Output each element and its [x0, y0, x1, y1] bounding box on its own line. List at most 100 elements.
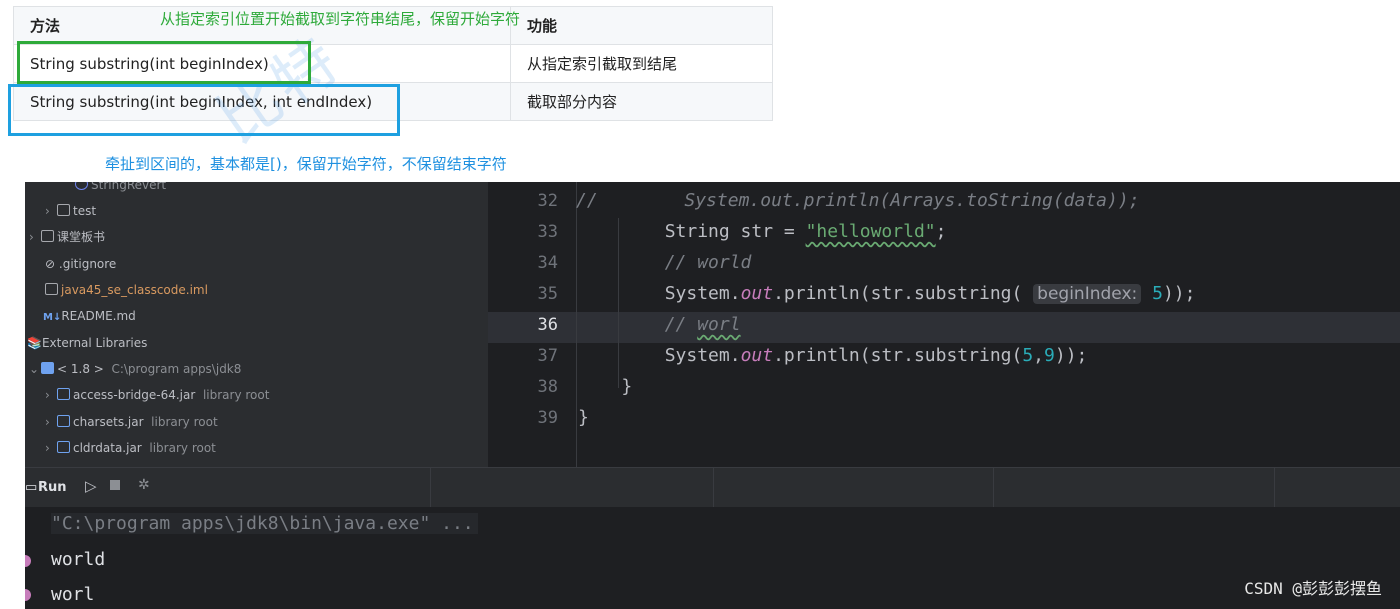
line-number: 37	[537, 346, 558, 366]
console-output-line: worl	[51, 584, 95, 605]
ide-window: StringRevert › test › 课堂板书 ⊘ .gitignore ja…	[25, 182, 1400, 609]
class-icon	[75, 182, 88, 190]
tree-item-gitignore[interactable]: ⊘ .gitignore	[45, 253, 116, 275]
run-console[interactable]: "C:\program apps\jdk8\bin\java.exe" ... …	[25, 507, 1400, 609]
code-token: //	[578, 314, 698, 335]
indent-guide	[576, 182, 577, 467]
code-token: out	[740, 283, 774, 304]
rerun-icon[interactable]: ▷	[85, 477, 97, 495]
tree-item-label: .gitignore	[58, 257, 117, 271]
code-token: // world	[578, 252, 752, 273]
chevron-down-icon: ⌄	[29, 362, 40, 376]
tree-item-iml[interactable]: java45_se_classcode.iml	[45, 279, 208, 301]
stop-icon[interactable]	[110, 480, 120, 490]
tree-item-notes[interactable]: › 课堂板书	[29, 226, 105, 248]
code-token: .println(str.substring(	[773, 345, 1023, 366]
ignore-icon: ⊘	[45, 257, 56, 271]
console-output-line: world	[51, 549, 106, 570]
tree-item-extra: library root	[149, 441, 216, 455]
annotation-green: 从指定索引位置开始截取到字符串结尾，保留开始字符	[160, 10, 521, 28]
run-toolbar: ▭ Run ▷ ✲	[25, 467, 1400, 508]
line-number: 35	[537, 284, 558, 304]
markdown-icon: M↓	[43, 312, 62, 323]
tree-item-external-libraries[interactable]: 📚External Libraries	[27, 332, 147, 354]
code-token: }	[578, 407, 589, 428]
chevron-right-icon: ›	[29, 230, 34, 244]
debug-icon[interactable]: ✲	[138, 477, 150, 493]
line-number: 34	[537, 253, 558, 273]
code-line: }	[578, 376, 632, 397]
jar-icon	[57, 388, 70, 400]
divider	[430, 468, 431, 508]
highlight-box-blue	[8, 84, 400, 136]
tree-item-jar[interactable]: › charsets.jar library root	[45, 411, 218, 433]
file-icon	[45, 283, 58, 295]
code-line: // System.out.println(Arrays.toString(da…	[576, 190, 1140, 211]
tree-item-jdk[interactable]: ⌄ < 1.8 > C:\program apps\jdk8	[29, 358, 241, 380]
console-command: "C:\program apps\jdk8\bin\java.exe" ...	[51, 513, 478, 534]
code-line: // worl	[578, 314, 741, 335]
code-token: System.	[578, 283, 741, 304]
code-token: }	[578, 376, 633, 397]
line-number: 38	[537, 377, 558, 397]
code-token: ,	[1033, 345, 1045, 366]
tree-item-jar[interactable]: › cldrdata.jar library root	[45, 437, 216, 459]
divider	[1274, 468, 1275, 508]
tree-item-label: External Libraries	[41, 336, 148, 350]
line-number: 33	[537, 222, 558, 242]
chevron-right-icon: ›	[45, 388, 50, 402]
line-number: 39	[537, 408, 558, 428]
chevron-right-icon: ›	[45, 441, 50, 455]
folder-icon	[57, 204, 70, 216]
tree-item-extra: C:\program apps\jdk8	[111, 362, 242, 376]
code-token: out	[740, 345, 774, 366]
code-token: ));	[1054, 345, 1088, 366]
code-token: "helloworld"	[805, 221, 936, 242]
console-gutter-icon	[25, 555, 31, 567]
header-function: 功能	[510, 6, 773, 45]
tree-item-label: charsets.jar	[73, 415, 144, 429]
library-icon: 📚	[27, 336, 42, 350]
credit-watermark: CSDN @彭彭彭摆鱼	[1244, 579, 1382, 598]
code-token: System.	[578, 345, 741, 366]
tree-item-extra: library root	[151, 415, 218, 429]
tree-item-label: < 1.8 >	[57, 362, 104, 376]
tree-item-label: StringRevert	[91, 182, 167, 192]
jar-icon	[57, 441, 70, 453]
line-number: 32	[537, 191, 558, 211]
code-token: worl	[697, 314, 741, 335]
divider	[993, 468, 994, 508]
tree-item-label: test	[73, 204, 97, 218]
code-line: String str = "helloworld";	[578, 221, 947, 242]
parameter-hint: beginIndex:	[1033, 284, 1142, 304]
code-token: ));	[1162, 283, 1196, 304]
tree-item-label: README.md	[61, 309, 136, 323]
code-line: // world	[578, 252, 752, 273]
tree-item-test[interactable]: › test	[45, 200, 96, 222]
project-tree: StringRevert › test › 课堂板书 ⊘ .gitignore ja…	[25, 182, 488, 467]
run-tab-icon: ▭	[25, 480, 38, 495]
tree-item-label: 课堂板书	[57, 230, 106, 244]
tree-item-jar[interactable]: › access-bridge-64.jar library root	[45, 384, 269, 406]
tree-scrollbar[interactable]	[481, 182, 488, 467]
tree-item-readme[interactable]: M↓README.md	[43, 305, 136, 327]
code-line: System.out.println(str.substring( beginI…	[578, 283, 1195, 304]
code-editor[interactable]: 32 // System.out.println(Arrays.toString(…	[488, 182, 1400, 467]
chevron-right-icon: ›	[45, 415, 50, 429]
function-cell: 从指定索引截取到结尾	[510, 44, 773, 83]
console-gutter-icon	[25, 589, 31, 601]
highlight-box-green	[17, 41, 311, 84]
tree-item-label: cldrdata.jar	[73, 441, 142, 455]
code-token: .println(str.substring(	[773, 283, 1034, 304]
code-token: 9	[1044, 345, 1055, 366]
folder-icon	[41, 230, 54, 242]
divider	[713, 468, 714, 508]
chevron-right-icon: ›	[45, 204, 50, 218]
tree-item-label: access-bridge-64.jar	[73, 388, 196, 402]
code-token: //	[576, 190, 598, 211]
tree-item-stringrevert[interactable]: StringRevert	[75, 182, 166, 196]
tree-item-label: java45_se_classcode.iml	[61, 283, 208, 297]
code-line: }	[578, 407, 589, 428]
run-tab[interactable]: Run	[38, 480, 67, 495]
code-token: System.out.println(Arrays.toString(data)…	[597, 190, 1140, 211]
